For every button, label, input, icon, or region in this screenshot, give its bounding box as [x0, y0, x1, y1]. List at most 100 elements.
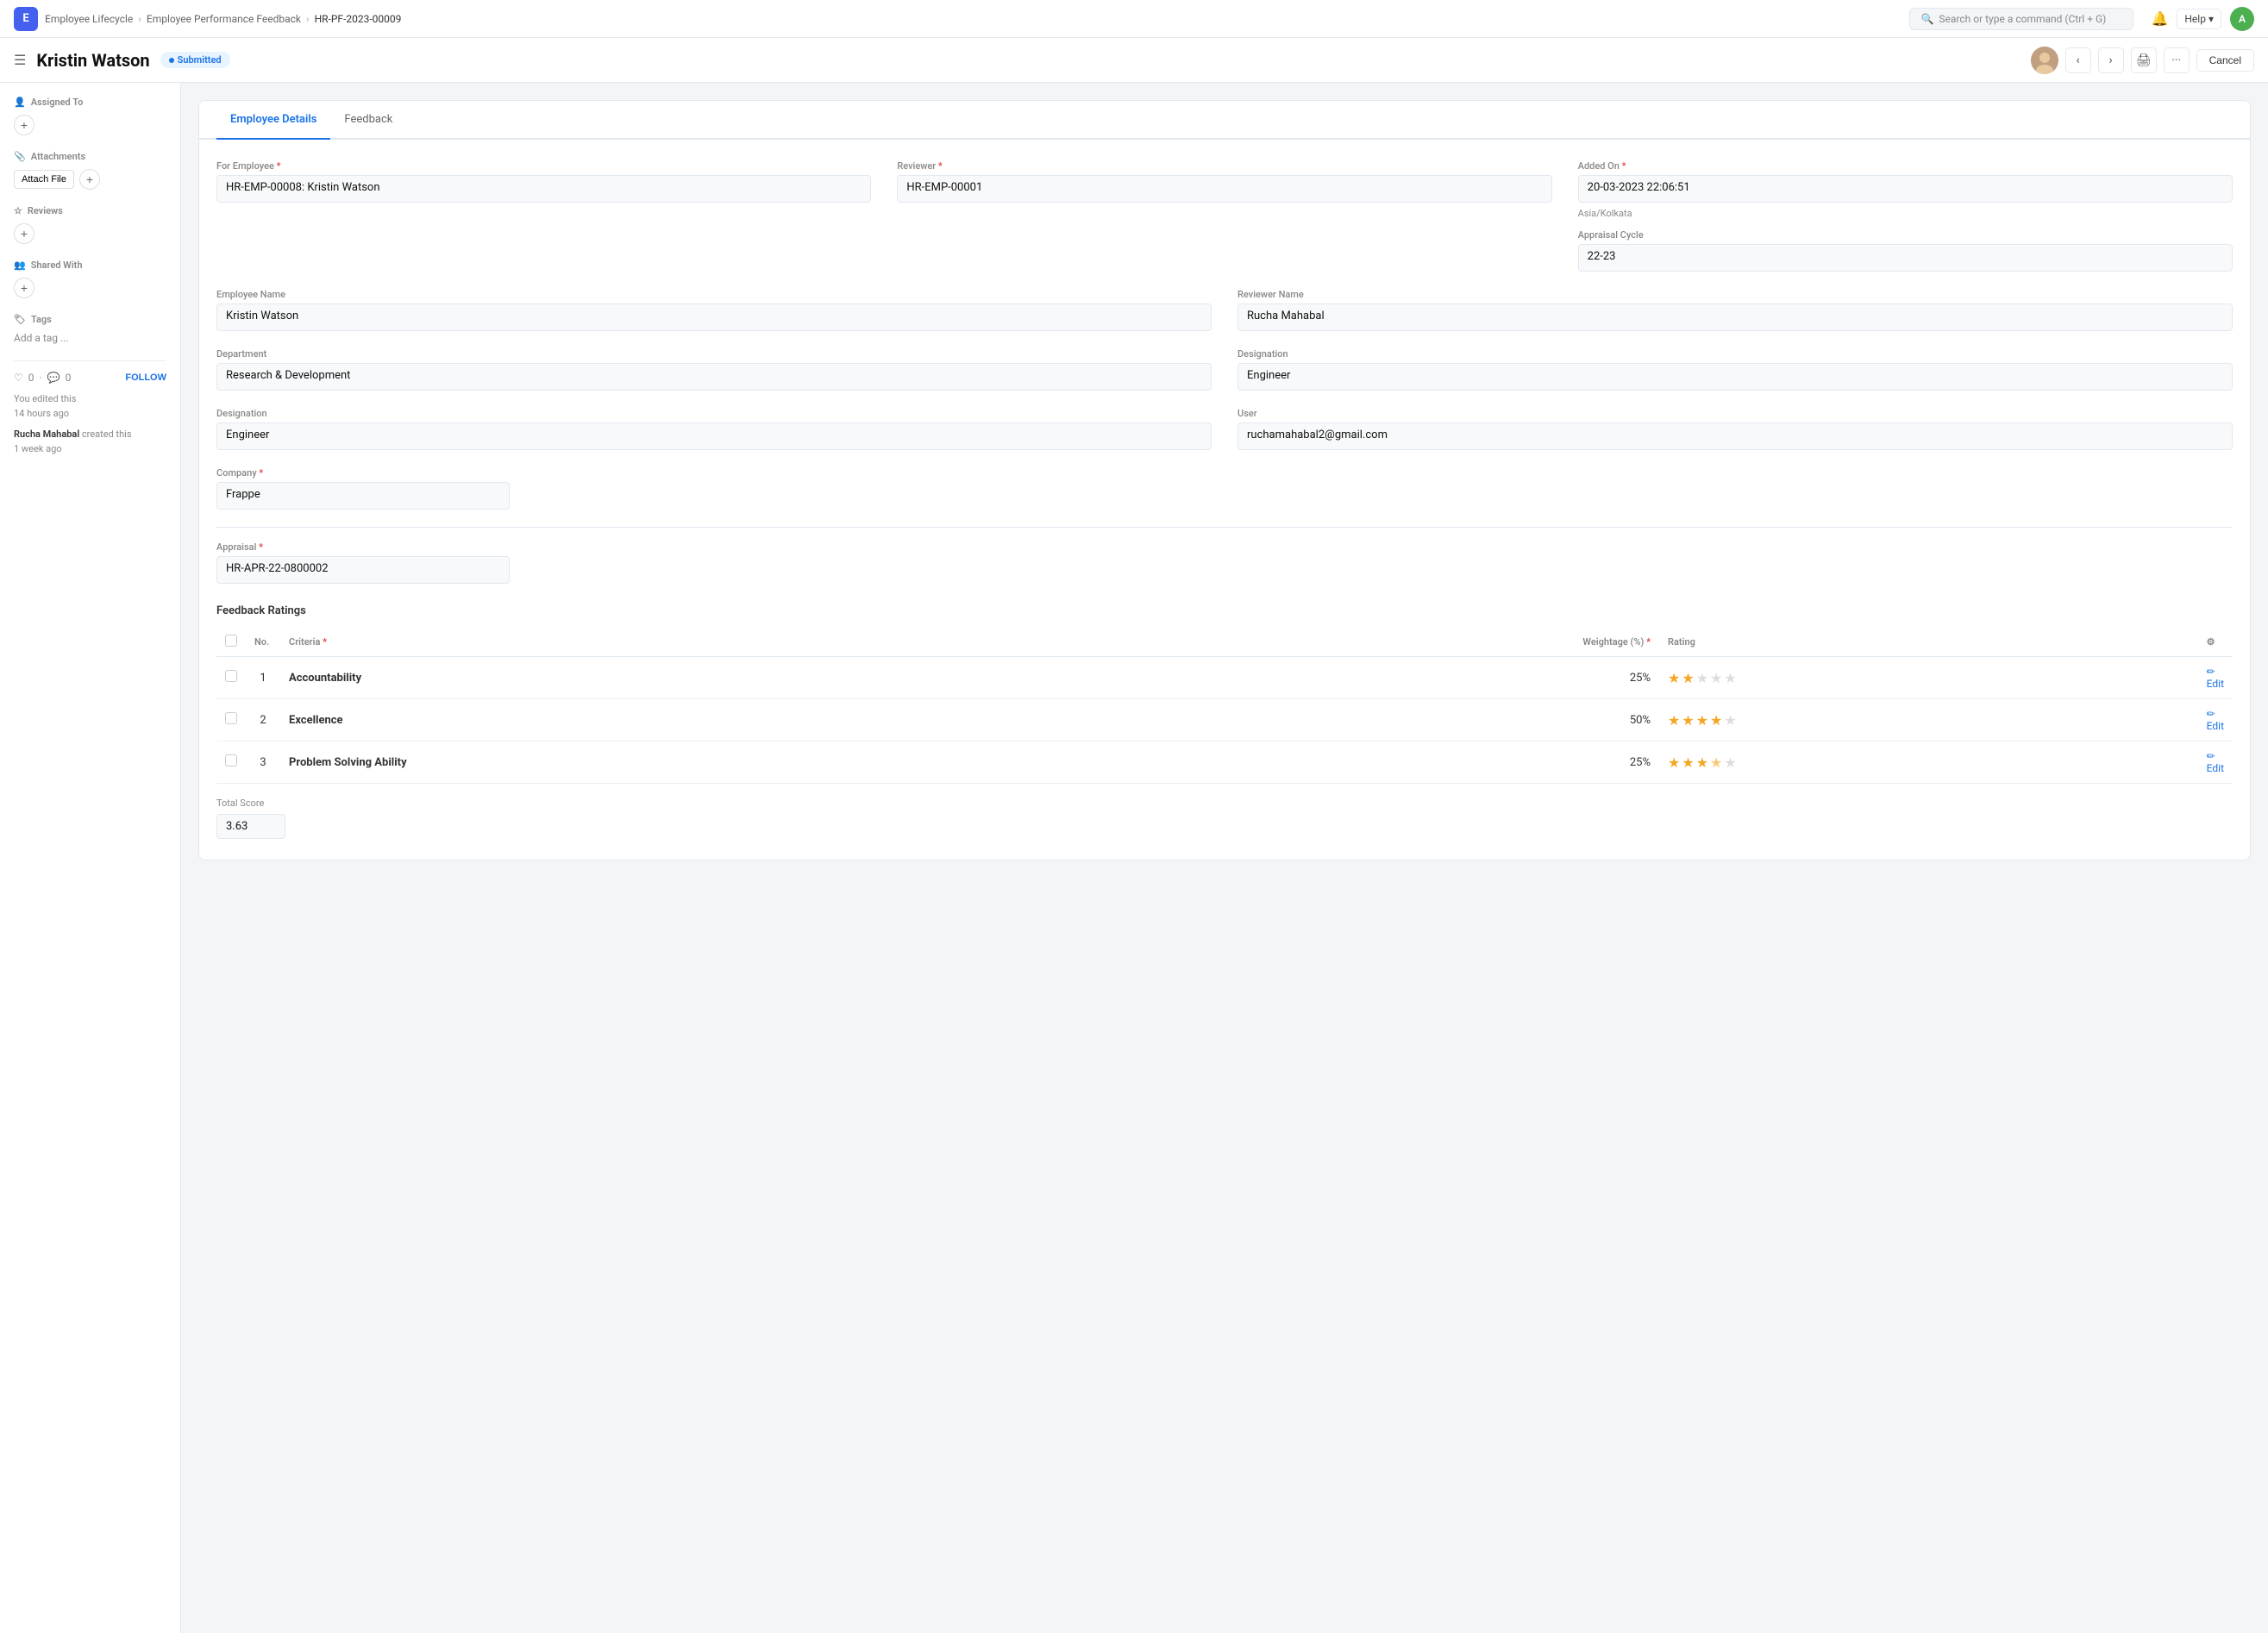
- appraisal-value[interactable]: HR-APR-22-0800002: [216, 556, 510, 584]
- total-score-label: Total Score: [216, 798, 2233, 809]
- star-empty-3-5: ★: [1724, 754, 1736, 771]
- add-shared-with-button[interactable]: +: [14, 278, 34, 298]
- breadcrumb-item-3: HR-PF-2023-00009: [315, 13, 402, 25]
- department-value[interactable]: Research & Development: [216, 363, 1212, 391]
- row-edit-3[interactable]: ✏ Edit: [2198, 741, 2233, 784]
- row-weightage-3: 25%: [1126, 741, 1659, 784]
- star-filled-1-1: ★: [1668, 670, 1680, 686]
- shared-with-title: 👥 Shared With: [14, 260, 166, 271]
- add-assigned-to-button[interactable]: +: [14, 115, 34, 135]
- designation-value-row2[interactable]: Engineer: [216, 422, 1212, 450]
- select-all-checkbox[interactable]: [225, 635, 237, 647]
- appraisal-cycle-value[interactable]: 22-23: [1578, 244, 2233, 272]
- activity-action-1: You edited this: [14, 393, 76, 404]
- star-half-3-4: ★: [1710, 754, 1722, 771]
- comment-icon[interactable]: 💬: [47, 372, 60, 384]
- print-icon[interactable]: 🖨: [2131, 47, 2157, 73]
- row-checkbox-1[interactable]: [225, 670, 237, 682]
- company-label: Company *: [216, 467, 510, 479]
- search-bar[interactable]: 🔍 Search or type a command (Ctrl + G): [1909, 8, 2133, 30]
- form-card: Employee Details Feedback For Employee *…: [198, 100, 2251, 860]
- notification-bell-icon[interactable]: 🔔: [2151, 10, 2168, 27]
- row-edit-1[interactable]: ✏ Edit: [2198, 657, 2233, 699]
- nav-actions: 🔔 Help ▾ A: [2151, 7, 2254, 31]
- star-filled-3-2: ★: [1682, 754, 1694, 771]
- tab-feedback[interactable]: Feedback: [330, 101, 406, 140]
- edit-link-1[interactable]: ✏ Edit: [2207, 666, 2224, 690]
- form-body: For Employee * HR-EMP-00008: Kristin Wat…: [199, 140, 2250, 860]
- row-checkbox-3[interactable]: [225, 754, 237, 766]
- appraisal-cycle-label: Appraisal Cycle: [1578, 229, 2233, 241]
- tab-employee-details[interactable]: Employee Details: [216, 101, 330, 140]
- department-label: Department: [216, 348, 1212, 360]
- added-on-value[interactable]: 20-03-2023 22:06:51: [1578, 175, 2233, 203]
- user-value[interactable]: ruchamahabal2@gmail.com: [1237, 422, 2233, 450]
- next-button[interactable]: ›: [2098, 47, 2124, 73]
- reviews-section: ☆ Reviews +: [14, 205, 166, 244]
- designation-group-col2: Designation Engineer: [1237, 348, 2233, 391]
- for-employee-group: For Employee * HR-EMP-00008: Kristin Wat…: [216, 160, 871, 272]
- app-icon[interactable]: E: [14, 7, 38, 31]
- reviewer-value[interactable]: HR-EMP-00001: [897, 175, 1551, 203]
- attach-file-button[interactable]: Attach File: [14, 170, 74, 189]
- page-title: Kristin Watson: [36, 50, 149, 71]
- reviewer-name-value[interactable]: Rucha Mahabal: [1237, 303, 2233, 331]
- follow-button[interactable]: FOLLOW: [125, 372, 166, 383]
- star-filled-2-2: ★: [1682, 712, 1694, 729]
- row-no-2: 2: [246, 699, 280, 741]
- form-tabs: Employee Details Feedback: [199, 101, 2250, 140]
- shared-with-section: 👥 Shared With +: [14, 260, 166, 298]
- form-row-4: Designation Engineer User ruchamahabal2@…: [216, 408, 2233, 450]
- designation-label-row2: Designation: [216, 408, 1212, 419]
- row-weightage-2: 50%: [1126, 699, 1659, 741]
- company-value[interactable]: Frappe: [216, 482, 510, 510]
- activity-time-2: 1 week ago: [14, 443, 62, 454]
- star-empty-1-5: ★: [1724, 670, 1736, 686]
- total-score-value: 3.63: [216, 814, 285, 839]
- star-icon: ☆: [14, 205, 22, 216]
- settings-icon[interactable]: ⚙: [2198, 628, 2233, 657]
- row-edit-2[interactable]: ✏ Edit: [2198, 699, 2233, 741]
- prev-button[interactable]: ‹: [2065, 47, 2091, 73]
- employee-name-value[interactable]: Kristin Watson: [216, 303, 1212, 331]
- add-attachment-button[interactable]: +: [79, 169, 100, 190]
- feedback-ratings-section: Feedback Ratings No. Criteria *: [216, 604, 2233, 784]
- add-tag-link[interactable]: Add a tag ...: [14, 332, 69, 344]
- star-filled-3-1: ★: [1668, 754, 1680, 771]
- appraisal-group: Appraisal * HR-APR-22-0800002: [216, 541, 510, 584]
- header-no: No.: [246, 628, 280, 657]
- dot-separator: ·: [40, 372, 42, 384]
- reviewer-label: Reviewer *: [897, 160, 1551, 172]
- breadcrumb-item-1[interactable]: Employee Lifecycle: [45, 13, 133, 25]
- user-label: User: [1237, 408, 2233, 419]
- sidebar-toggle-icon[interactable]: ☰: [14, 52, 26, 68]
- edit-link-2[interactable]: ✏ Edit: [2207, 708, 2224, 732]
- for-employee-value[interactable]: HR-EMP-00008: Kristin Watson: [216, 175, 871, 203]
- edit-link-3[interactable]: ✏ Edit: [2207, 750, 2224, 774]
- breadcrumb-sep-1: ›: [138, 13, 141, 25]
- total-score-section: Total Score 3.63: [216, 798, 2233, 839]
- form-row-1: For Employee * HR-EMP-00008: Kristin Wat…: [216, 160, 2233, 272]
- user-icon: 👤: [14, 97, 26, 108]
- added-on-group: Added On * 20-03-2023 22:06:51 Asia/Kolk…: [1578, 160, 2233, 272]
- more-options-icon[interactable]: ···: [2164, 47, 2190, 73]
- row-no-1: 1: [246, 657, 280, 699]
- top-nav: E Employee Lifecycle › Employee Performa…: [0, 0, 2268, 38]
- star-filled-2-4: ★: [1710, 712, 1722, 729]
- like-icon[interactable]: ♡: [14, 372, 23, 384]
- reviews-title: ☆ Reviews: [14, 205, 166, 216]
- breadcrumb-item-2[interactable]: Employee Performance Feedback: [147, 13, 301, 25]
- row-rating-3: ★★★★★: [1659, 741, 2198, 784]
- add-review-button[interactable]: +: [14, 223, 34, 244]
- page-header: ☰ Kristin Watson Submitted ‹ › 🖨 ··· Can…: [0, 38, 2268, 83]
- cancel-button[interactable]: Cancel: [2196, 49, 2254, 72]
- row-checkbox-2[interactable]: [225, 712, 237, 724]
- record-avatar: [2031, 47, 2058, 74]
- activity-item-1: You edited this 14 hours ago: [14, 392, 166, 421]
- help-button[interactable]: Help ▾: [2177, 9, 2221, 29]
- user-avatar[interactable]: A: [2230, 7, 2254, 31]
- tag-icon: 🏷: [14, 314, 26, 325]
- assigned-to-title: 👤 Assigned To: [14, 97, 166, 108]
- designation-value-col2[interactable]: Engineer: [1237, 363, 2233, 391]
- added-on-label: Added On *: [1578, 160, 2233, 172]
